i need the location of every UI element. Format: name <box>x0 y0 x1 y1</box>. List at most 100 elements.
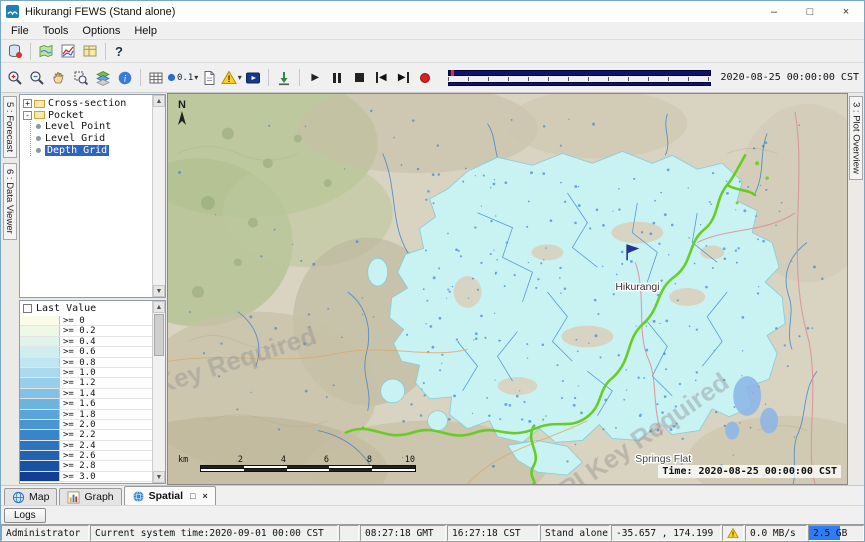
zoom-in-icon[interactable] <box>4 67 26 88</box>
legend-row: >= 1.6 <box>20 399 152 409</box>
menu-options[interactable]: Options <box>75 25 127 37</box>
zoom-region-icon[interactable] <box>70 67 92 88</box>
pan-hand-icon[interactable] <box>48 67 70 88</box>
time-series-icon[interactable] <box>57 41 79 62</box>
scale-tick-label: 10 <box>372 455 415 465</box>
logs-button[interactable]: Logs <box>4 508 46 523</box>
time-cursor[interactable] <box>451 70 454 76</box>
left-dock-strip: 5 : Forecast 6 : Data Viewer <box>1 93 18 485</box>
step-forward-button[interactable]: ▶ <box>392 67 414 88</box>
tab-graph[interactable]: Graph <box>59 488 121 505</box>
layers-icon[interactable] <box>92 67 114 88</box>
grid-view-icon[interactable] <box>79 41 101 62</box>
legend-row: >= 2.0 <box>20 420 152 430</box>
legend-header: Last Value <box>20 301 152 316</box>
tab-map[interactable]: Map <box>4 488 57 505</box>
map-viewport[interactable]: Hikurangi Springs Flat API Key Required … <box>167 93 848 485</box>
legend-color-swatch <box>20 389 60 398</box>
menu-tools[interactable]: Tools <box>36 25 76 37</box>
report-document-icon[interactable] <box>198 67 220 88</box>
expander-icon[interactable]: - <box>23 111 32 120</box>
tab-spatial[interactable]: Spatial □ × <box>124 486 216 505</box>
pause-button[interactable] <box>326 67 348 88</box>
scale-bar: km 2 4 6 8 10 <box>178 455 416 472</box>
legend-color-swatch <box>20 430 60 439</box>
tree-item-level-grid[interactable]: Level Grid <box>34 133 151 145</box>
scale-tick-label: 8 <box>329 455 372 465</box>
legend-threshold-label: >= 1.8 <box>60 410 96 419</box>
legend-threshold-label: >= 1.2 <box>60 378 96 387</box>
last-value-checkbox[interactable] <box>23 304 32 313</box>
svg-text:!: ! <box>731 530 735 538</box>
tab-forecast[interactable]: 5 : Forecast <box>3 96 17 158</box>
tree-item-level-point[interactable]: Level Point <box>34 121 151 133</box>
north-arrow-icon <box>177 111 187 127</box>
expander-icon[interactable]: + <box>23 99 32 108</box>
tree-item-label: Cross-section <box>48 98 126 109</box>
close-button[interactable]: × <box>828 1 864 22</box>
time-slider-track[interactable] <box>448 70 710 76</box>
step-back-button[interactable]: ◀ <box>370 67 392 88</box>
toolbar-separator <box>299 69 300 86</box>
status-mode: Stand alone <box>540 525 610 541</box>
step-forward-icon: ▶ <box>398 72 409 83</box>
scroll-down-icon[interactable]: ▼ <box>153 471 165 483</box>
scroll-down-icon[interactable]: ▼ <box>153 285 165 297</box>
record-button[interactable] <box>414 67 436 88</box>
scroll-thumb[interactable] <box>154 314 164 356</box>
legend-color-swatch <box>20 451 60 460</box>
info-icon[interactable]: i <box>114 67 136 88</box>
layer-node-icon <box>36 136 41 141</box>
threshold-dropdown[interactable]: 0.1 ▾ <box>167 67 198 88</box>
application-window: Hikurangi FEWS (Stand alone) – □ × File … <box>0 0 865 542</box>
status-warning-cell[interactable]: ! <box>722 525 744 541</box>
map-canvas[interactable]: Hikurangi Springs Flat API Key Required … <box>168 94 847 484</box>
time-slider-track-secondary[interactable] <box>448 82 710 86</box>
zoom-out-icon[interactable] <box>26 67 48 88</box>
database-icon[interactable] <box>4 41 26 62</box>
maximize-button[interactable]: □ <box>792 1 828 22</box>
legend-color-swatch <box>20 441 60 450</box>
warning-dropdown[interactable]: ! ▾ <box>220 67 242 88</box>
play-button[interactable]: ▶ <box>304 67 326 88</box>
tab-label: Graph <box>84 491 113 503</box>
menu-file[interactable]: File <box>4 25 36 37</box>
tree-item-pocket[interactable]: - Pocket <box>22 110 151 122</box>
tree-item-cross-section[interactable]: + Cross-section <box>22 98 151 110</box>
current-timestep-label: 2020-08-25 00:00:00 CST <box>721 72 859 83</box>
tab-plot-overview[interactable]: 3 : Plot Overview <box>849 96 863 180</box>
restore-view-icon[interactable]: □ <box>190 491 195 501</box>
close-view-icon[interactable]: × <box>203 491 208 501</box>
tree-item-label-selected: Depth Grid <box>45 145 109 156</box>
export-download-icon[interactable] <box>273 67 295 88</box>
legend-row: >= 0.6 <box>20 347 152 357</box>
legend-threshold-label: >= 0.6 <box>60 347 96 356</box>
legend-color-swatch <box>20 399 60 408</box>
legend-row: >= 1.4 <box>20 389 152 399</box>
main-content: 5 : Forecast 6 : Data Viewer + Cross-sec… <box>1 93 864 485</box>
stop-button[interactable] <box>348 67 370 88</box>
legend-threshold-label: >= 1.6 <box>60 399 96 408</box>
tab-data-viewer[interactable]: 6 : Data Viewer <box>3 163 17 240</box>
tree-item-depth-grid[interactable]: Depth Grid <box>34 144 151 156</box>
legend-color-swatch <box>20 420 60 429</box>
legend-threshold-label: >= 1.4 <box>60 389 96 398</box>
grid-display-icon[interactable] <box>145 67 167 88</box>
tree-scrollbar[interactable]: ▲ ▼ <box>152 95 165 297</box>
animation-display-icon[interactable] <box>242 67 264 88</box>
title-bar: Hikurangi FEWS (Stand alone) – □ × <box>1 1 864 22</box>
time-slider[interactable] <box>448 70 710 86</box>
minimize-button[interactable]: – <box>756 1 792 22</box>
status-gmt-time: 08:27:18 GMT <box>360 525 446 541</box>
status-local-time: 16:27:18 CST <box>447 525 539 541</box>
scroll-up-icon[interactable]: ▲ <box>153 95 165 107</box>
legend-scrollbar[interactable]: ▲ ▼ <box>152 301 165 483</box>
map-display-icon[interactable] <box>35 41 57 62</box>
window-controls: – □ × <box>756 1 864 22</box>
legend-title: Last Value <box>36 303 96 314</box>
scroll-up-icon[interactable]: ▲ <box>153 301 165 313</box>
legend-color-swatch <box>20 472 60 481</box>
menu-help[interactable]: Help <box>127 25 164 37</box>
help-button[interactable]: ? <box>110 44 128 59</box>
status-spacer <box>339 525 359 541</box>
